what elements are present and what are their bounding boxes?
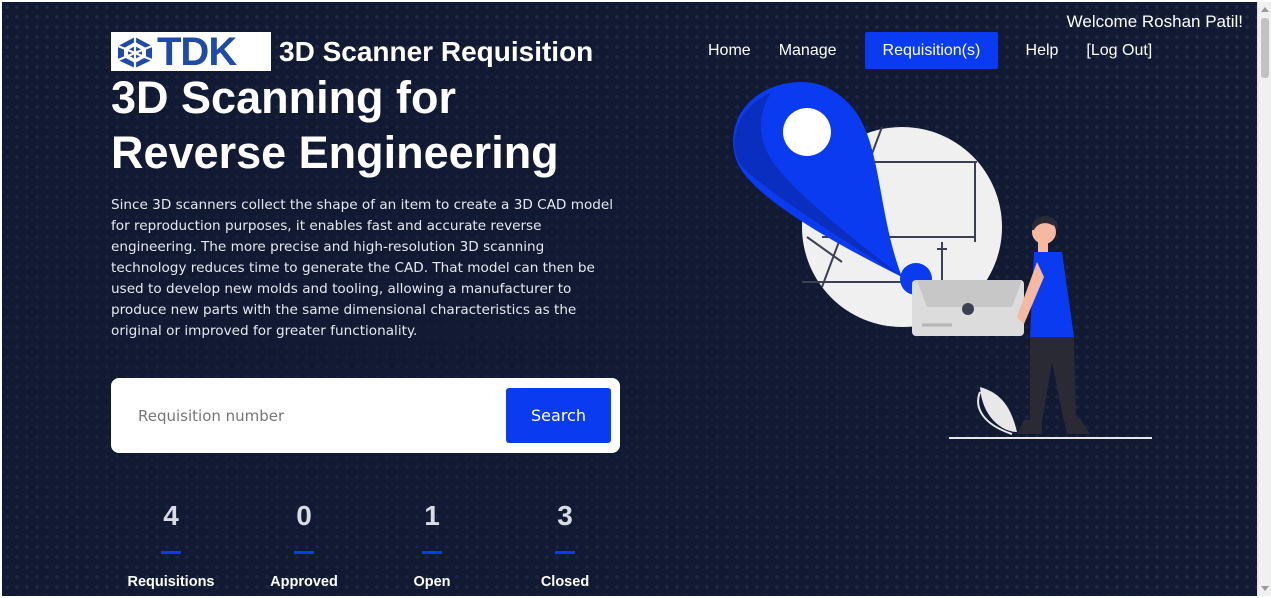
stat-underline	[161, 551, 181, 554]
scrollbar-thumb[interactable]	[1261, 18, 1269, 78]
brand[interactable]: TDK 3D Scanner Requisition	[111, 29, 594, 74]
stats-panel: 4 Requisitions 0 Approved 1 Open 3 Close…	[111, 500, 631, 596]
tdk-logo-icon	[117, 36, 153, 68]
stat-underline	[422, 551, 442, 554]
stat-label: Open	[413, 574, 451, 590]
tdk-logo[interactable]: TDK	[111, 29, 271, 74]
stat-approved: 0 Approved	[244, 500, 364, 590]
nav-help-link[interactable]: Help	[1026, 42, 1059, 60]
stat-value: 1	[424, 500, 440, 531]
stat-label: Requisitions	[127, 574, 215, 590]
app-title: 3D Scanner Requisition	[279, 35, 594, 67]
scroll-down-arrow-icon[interactable]	[1261, 586, 1269, 591]
stat-underline	[555, 551, 575, 554]
stat-value: 0	[296, 500, 312, 531]
stat-closed: 3 Closed	[505, 500, 625, 590]
nav-home-link[interactable]: Home	[708, 42, 751, 60]
search-button[interactable]: Search	[506, 388, 611, 443]
nav-manage-link[interactable]: Manage	[779, 42, 837, 60]
scroll-up-arrow-icon[interactable]	[1261, 7, 1269, 12]
stat-open: 1 Open	[372, 500, 492, 590]
logout-link[interactable]: [Log Out]	[1086, 42, 1152, 60]
hero-title-line-2: Reverse Engineering	[111, 127, 559, 178]
stat-label: Closed	[540, 574, 590, 590]
page-background: Welcome Roshan Patil! TDK 3D Scanner Req…	[2, 2, 1257, 596]
stat-value: 3	[557, 500, 573, 531]
stat-value: 4	[163, 500, 179, 531]
stat-requisitions: 4 Requisitions	[111, 500, 231, 590]
vertical-scrollbar[interactable]	[1257, 2, 1271, 596]
hero-description: Since 3D scanners collect the shape of a…	[111, 197, 614, 339]
hero-title: 3D Scanning for Reverse Engineering	[111, 70, 671, 180]
hero-title-line-1: 3D Scanning for	[111, 72, 457, 123]
logo-text: TDK	[157, 29, 237, 74]
requisition-search-input[interactable]	[138, 406, 506, 425]
stat-label: Approved	[270, 574, 338, 590]
search-box: Search	[111, 378, 620, 453]
stat-underline	[294, 551, 314, 554]
welcome-message: Welcome Roshan Patil!	[1066, 12, 1243, 31]
location-pin-scanner-illustration	[733, 82, 1152, 439]
